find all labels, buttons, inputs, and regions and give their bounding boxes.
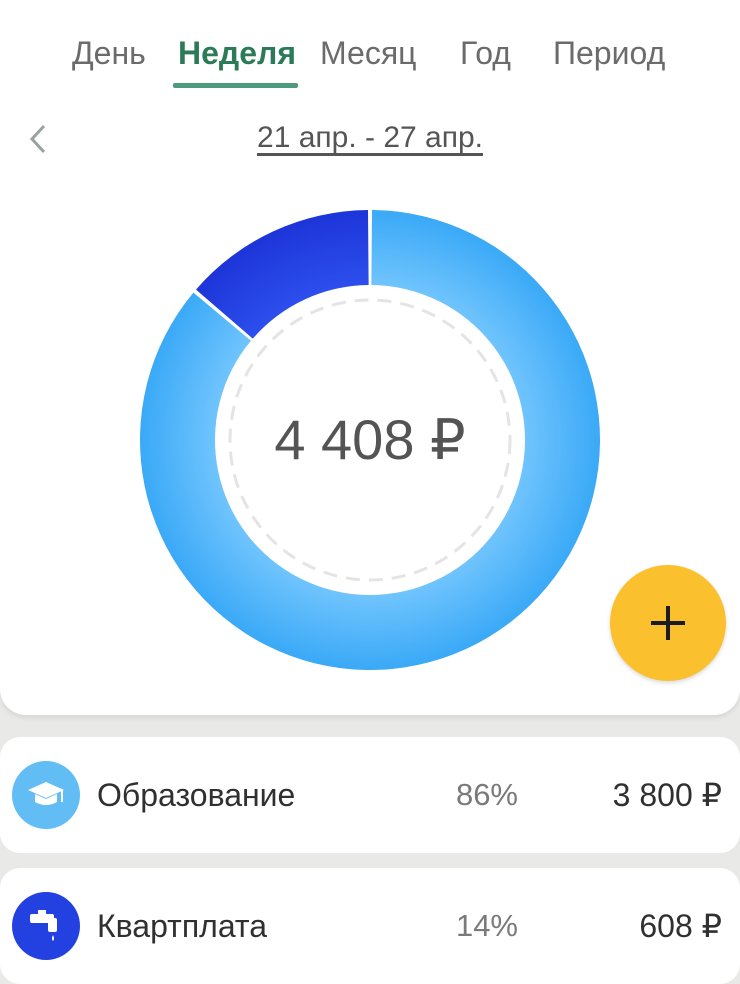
total-amount: 4 408 ₽ — [274, 408, 466, 471]
tab-year[interactable]: Год — [460, 28, 511, 78]
add-expense-button[interactable] — [610, 565, 726, 681]
category-name: Образование — [97, 777, 296, 813]
graduation-cap-icon — [28, 782, 64, 805]
category-name: Квартплата — [97, 908, 268, 944]
category-row-education[interactable]: Образование 86% 3 800 ₽ — [0, 737, 740, 853]
category-percent: 86% — [455, 777, 518, 812]
tab-week[interactable]: Неделя — [178, 28, 296, 78]
category-icon-rent — [12, 892, 80, 960]
category-amount: 608 ₽ — [639, 908, 722, 944]
plus-icon — [651, 606, 685, 640]
category-row-rent[interactable]: Квартплата 14% 608 ₽ — [0, 868, 740, 984]
tab-month[interactable]: Месяц — [320, 28, 416, 78]
summary-card: День Неделя Месяц Год Период 21 апр. - 2… — [0, 0, 740, 715]
category-icon-education — [12, 761, 80, 829]
date-range[interactable]: 21 апр. - 27 апр. — [0, 116, 740, 160]
category-amount: 3 800 ₽ — [612, 777, 722, 813]
active-tab-indicator — [173, 83, 298, 88]
period-tabs: День Неделя Месяц Год Период — [0, 28, 740, 90]
tab-period[interactable]: Период — [553, 28, 665, 78]
faucet-icon — [30, 910, 57, 941]
category-percent: 14% — [455, 908, 518, 943]
tab-day[interactable]: День — [72, 28, 146, 78]
